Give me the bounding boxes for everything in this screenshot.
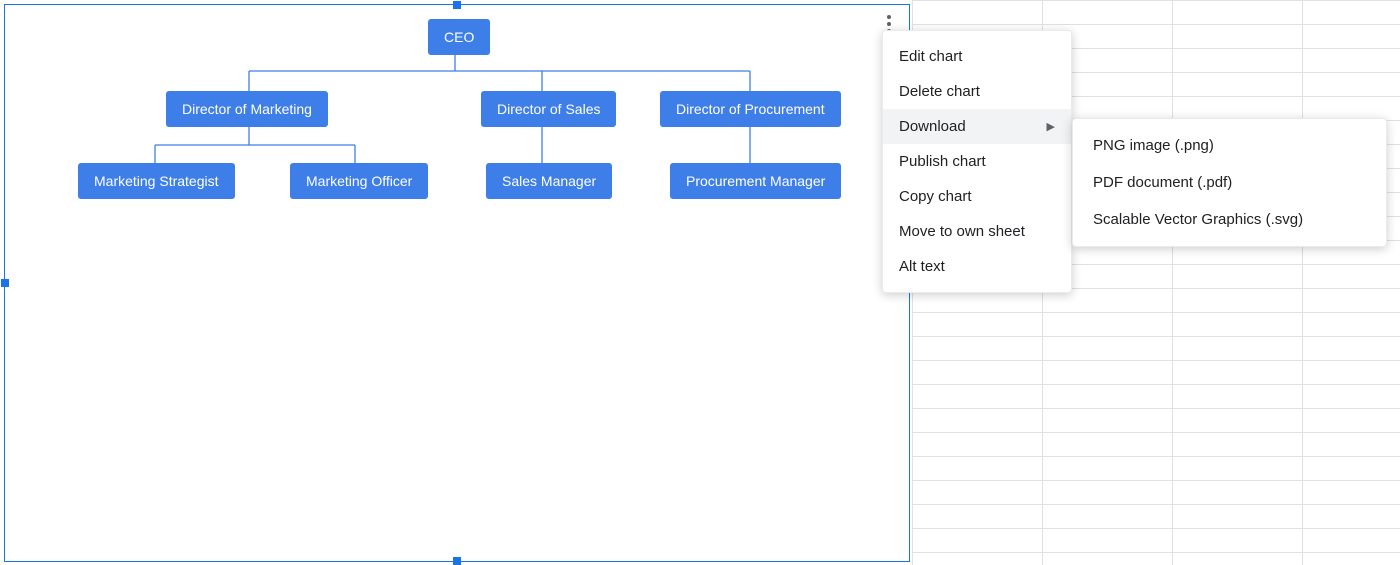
menu-item-label: Edit chart xyxy=(899,48,962,65)
menu-item-label: Move to own sheet xyxy=(899,223,1025,240)
resize-handle-left[interactable] xyxy=(1,279,9,287)
menu-publish-chart[interactable]: Publish chart xyxy=(883,144,1071,179)
submenu-svg[interactable]: Scalable Vector Graphics (.svg) xyxy=(1073,201,1386,238)
menu-item-label: Copy chart xyxy=(899,188,972,205)
org-node-ceo: CEO xyxy=(428,19,490,55)
menu-item-label: PDF document (.pdf) xyxy=(1093,174,1232,191)
submenu-png[interactable]: PNG image (.png) xyxy=(1073,127,1386,164)
menu-item-label: Download xyxy=(899,118,966,135)
menu-download[interactable]: Download ▶ xyxy=(883,109,1071,144)
menu-alt-text[interactable]: Alt text xyxy=(883,249,1071,284)
org-chart: CEO Director of Marketing Director of Sa… xyxy=(5,5,909,19)
org-node-marketing-strategist: Marketing Strategist xyxy=(78,163,235,199)
menu-copy-chart[interactable]: Copy chart xyxy=(883,179,1071,214)
resize-handle-bottom[interactable] xyxy=(453,557,461,565)
org-node-director-procurement: Director of Procurement xyxy=(660,91,841,127)
chart-context-menu: Edit chart Delete chart Download ▶ Publi… xyxy=(882,30,1072,293)
download-submenu: PNG image (.png) PDF document (.pdf) Sca… xyxy=(1072,118,1387,247)
org-node-procurement-manager: Procurement Manager xyxy=(670,163,841,199)
menu-item-label: Publish chart xyxy=(899,153,986,170)
menu-item-label: Alt text xyxy=(899,258,945,275)
menu-item-label: Delete chart xyxy=(899,83,980,100)
chevron-right-icon: ▶ xyxy=(1047,120,1055,133)
menu-edit-chart[interactable]: Edit chart xyxy=(883,39,1071,74)
menu-delete-chart[interactable]: Delete chart xyxy=(883,74,1071,109)
org-node-director-marketing: Director of Marketing xyxy=(166,91,328,127)
org-node-marketing-officer: Marketing Officer xyxy=(290,163,428,199)
menu-item-label: Scalable Vector Graphics (.svg) xyxy=(1093,211,1303,228)
chart-container[interactable]: CEO Director of Marketing Director of Sa… xyxy=(4,4,910,562)
org-node-director-sales: Director of Sales xyxy=(481,91,616,127)
submenu-pdf[interactable]: PDF document (.pdf) xyxy=(1073,164,1386,201)
menu-move-to-own-sheet[interactable]: Move to own sheet xyxy=(883,214,1071,249)
menu-item-label: PNG image (.png) xyxy=(1093,137,1214,154)
org-node-sales-manager: Sales Manager xyxy=(486,163,612,199)
